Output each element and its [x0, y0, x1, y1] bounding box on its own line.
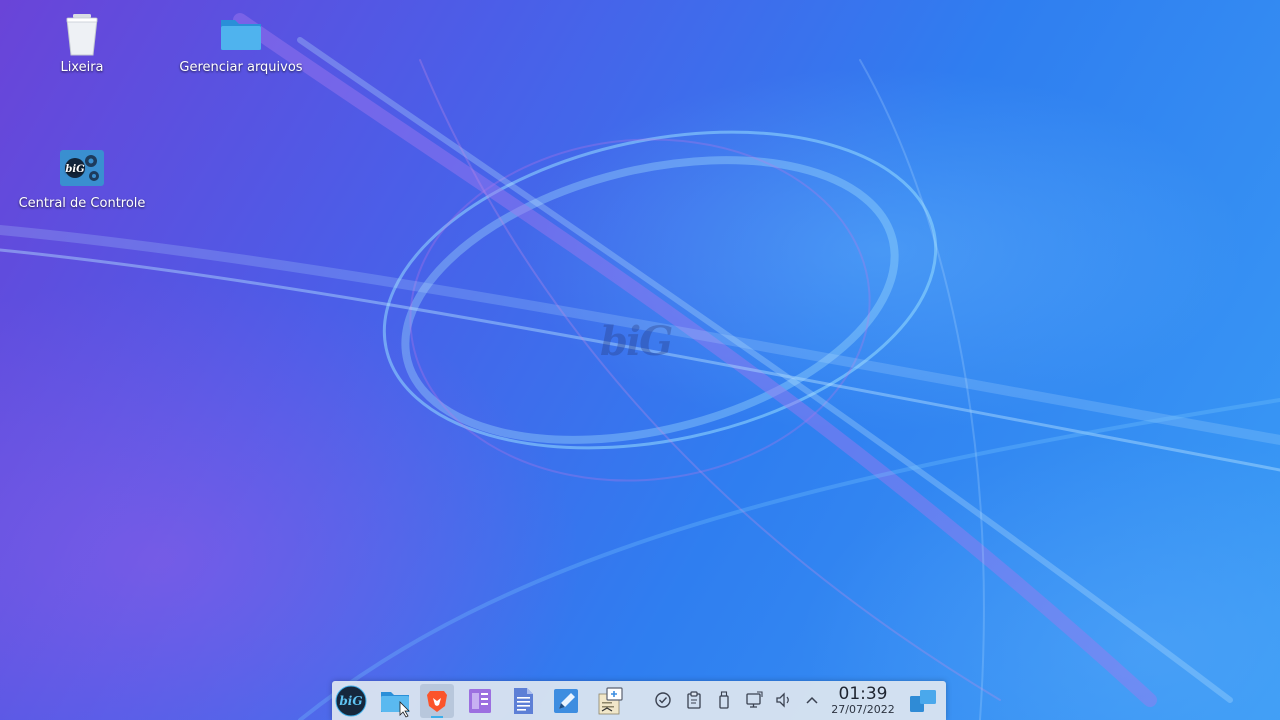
- control-center-icon: biG: [58, 146, 106, 194]
- active-indicator: [431, 716, 443, 718]
- control-center-label: Central de Controle: [18, 196, 146, 211]
- show-desktop-icon: [910, 690, 936, 712]
- usb-drive-icon: [719, 691, 729, 709]
- app-menu-button[interactable]: biG: [334, 684, 368, 718]
- speaker-icon: [776, 692, 789, 708]
- desktop[interactable]: biG Lixeira Gerenciar arquivos biG Centr…: [0, 0, 1280, 720]
- clock-date[interactable]: 27/07/2022: [822, 703, 904, 716]
- volume[interactable]: [774, 689, 794, 711]
- file-manager-label: Gerenciar arquivos: [179, 60, 303, 75]
- trash-icon: [58, 10, 106, 58]
- folder-icon: [381, 692, 410, 718]
- document-viewer-button[interactable]: [463, 684, 497, 718]
- biglinux-logo-icon: biG: [335, 685, 367, 717]
- desktop-icon-control-center[interactable]: biG Central de Controle: [7, 146, 157, 211]
- network[interactable]: [744, 689, 764, 711]
- file-manager-button[interactable]: [378, 684, 412, 718]
- clipboard-icon: [687, 691, 701, 709]
- check-circle-icon: [655, 692, 671, 708]
- chevron-up-icon: [806, 696, 818, 704]
- desktop-icon-file-manager[interactable]: Gerenciar arquivos: [166, 10, 316, 75]
- text-document-icon: [514, 688, 533, 714]
- text-document-button[interactable]: [506, 684, 540, 718]
- folder-icon: [217, 10, 265, 58]
- desktop-icon-trash[interactable]: Lixeira: [7, 10, 157, 75]
- show-desktop-button[interactable]: [906, 684, 940, 718]
- pencil-edit-icon: [554, 689, 578, 713]
- wallpaper-logo-watermark: biG: [600, 318, 673, 365]
- document-viewer-icon: [469, 689, 491, 713]
- screenshot-tool-button[interactable]: [593, 684, 627, 718]
- brave-browser-button[interactable]: [420, 684, 454, 718]
- svg-text:biG: biG: [65, 164, 85, 175]
- clipboard[interactable]: [684, 689, 704, 711]
- show-hidden-icons[interactable]: [802, 689, 822, 711]
- removable-devices[interactable]: [714, 689, 734, 711]
- trash-label: Lixeira: [60, 60, 104, 75]
- screenshot-icon: [598, 687, 623, 715]
- clock-time[interactable]: 01:39: [826, 684, 900, 704]
- network-monitor-icon: [746, 691, 763, 708]
- text-editor-button[interactable]: [549, 684, 583, 718]
- svg-text:biG: biG: [339, 694, 362, 708]
- updates-status[interactable]: [653, 689, 673, 711]
- brave-lion-icon: [427, 691, 447, 712]
